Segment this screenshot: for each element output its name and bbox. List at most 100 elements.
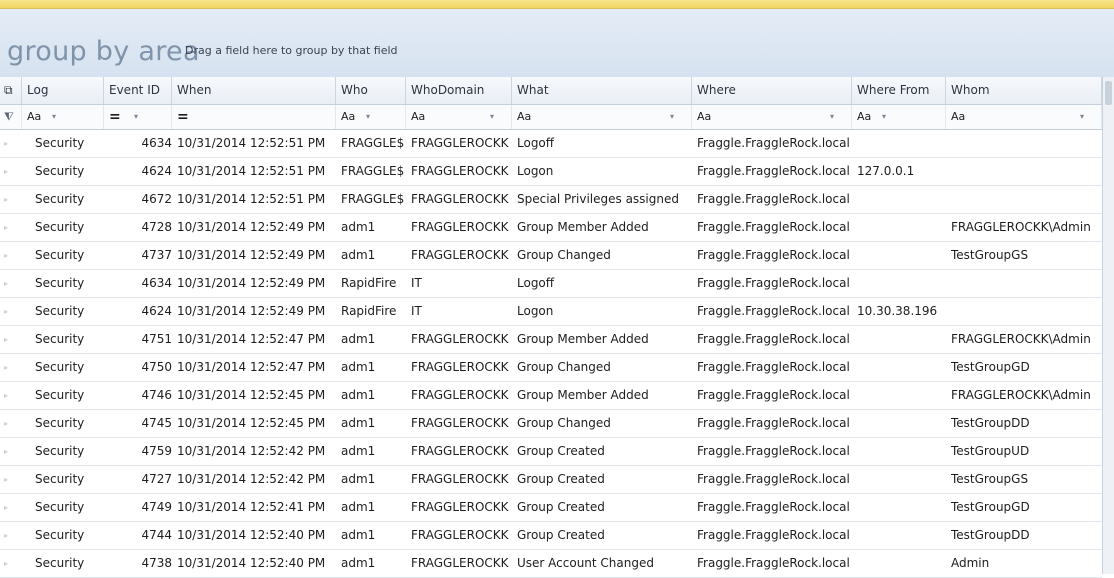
cell-what: Logoff [517,276,555,290]
column-header-where[interactable]: Where [692,77,852,104]
chevron-down-icon[interactable]: ▾ [366,105,370,129]
table-row[interactable]: ▸ Security 4746 10/31/2014 12:52:45 PM adm1 F… [0,382,1102,410]
vertical-scrollbar[interactable] [1102,77,1114,574]
cell-whom: TestGroupDD [951,416,1030,430]
table-row[interactable]: ▸ Security 4745 10/31/2014 12:52:45 PM adm1 F… [0,410,1102,438]
filter-cell-whom[interactable]: Aa ▾ [946,105,1102,129]
table-row[interactable]: ▸ Security 4744 10/31/2014 12:52:40 PM adm1 F… [0,522,1102,550]
column-header-what[interactable]: What [512,77,692,104]
chevron-down-icon[interactable]: ▾ [134,105,138,129]
filter-cell-who-domain[interactable]: Aa ▾ [406,105,512,129]
cell-whom: FRAGGLEROCKK\Admin [951,388,1091,402]
chevron-down-icon[interactable]: ▾ [490,105,494,129]
filter-cell-when[interactable]: = [172,105,336,129]
row-indicator-icon: ▸ [4,307,9,316]
table-row[interactable]: ▸ Security 4624 10/31/2014 12:52:49 PM Rapid… [0,298,1102,326]
table-row[interactable]: ▸ Security 4634 10/31/2014 12:52:49 PM Rapid… [0,270,1102,298]
cell-log: Security [35,556,85,570]
cell-event-id: 4751 [141,332,172,346]
cell-when: 10/31/2014 12:52:49 PM [177,304,326,318]
cell-event-id: 4750 [141,360,172,374]
cell-when: 10/31/2014 12:52:49 PM [177,220,326,234]
column-header-who-domain[interactable]: WhoDomain [406,77,512,104]
chevron-down-icon[interactable]: ▾ [1080,105,1084,129]
cell-what: Group Changed [517,248,611,262]
chevron-down-icon[interactable]: ▾ [830,105,834,129]
table-row[interactable]: ▸ Security 4634 10/31/2014 12:52:51 PM FRAGG… [0,130,1102,158]
filter-operator[interactable]: = [109,109,121,125]
column-header-label: When [177,83,212,97]
cell-event-id: 4749 [141,500,172,514]
cell-what: Group Created [517,444,605,458]
filter-operator[interactable]: = [177,109,189,125]
cell-who-domain: FRAGGLEROCKK [411,556,509,570]
cell-who: adm1 [341,220,376,234]
column-header-where-from[interactable]: Where From [852,77,946,104]
table-row[interactable]: ▸ Security 4727 10/31/2014 12:52:42 PM adm1 F… [0,466,1102,494]
cell-who: FRAGGLE$ [341,164,405,178]
cell-where: Fraggle.FraggleRock.local [697,500,850,514]
cell-event-id: 4737 [141,248,172,262]
filter-operator[interactable]: Aa [517,110,531,123]
table-row[interactable]: ▸ Security 4728 10/31/2014 12:52:49 PM adm1 F… [0,214,1102,242]
row-indicator-icon: ▸ [4,335,9,344]
filter-cell-where-from[interactable]: Aa ▾ [852,105,946,129]
filter-operator[interactable]: Aa [697,110,711,123]
table-row[interactable]: ▸ Security 4672 10/31/2014 12:52:51 PM FRAGG… [0,186,1102,214]
cell-where-from [852,410,946,437]
table-row[interactable]: ▸ Security 4749 10/31/2014 12:52:41 PM adm1 F… [0,494,1102,522]
table-row[interactable]: ▸ Security 4737 10/31/2014 12:52:49 PM adm1 F… [0,242,1102,270]
column-header-event-id[interactable]: Event ID [104,77,172,104]
table-row[interactable]: ▸ Security 4624 10/31/2014 12:52:51 PM FRAGG… [0,158,1102,186]
filter-operator[interactable]: Aa [27,110,41,123]
cell-whom: TestGroupGD [951,500,1030,514]
cell-who-domain: FRAGGLEROCKK [411,360,509,374]
filter-icon[interactable]: ⧨ [0,105,22,129]
chevron-down-icon[interactable]: ▾ [52,105,56,129]
chevron-down-icon[interactable]: ▾ [882,105,886,129]
cell-log: Security [35,136,85,150]
cell-where: Fraggle.FraggleRock.local [697,192,850,206]
cell-who-domain: FRAGGLEROCKK [411,416,509,430]
group-by-area[interactable]: group by area Drag a field here to group… [0,9,1114,78]
chevron-down-icon[interactable]: ▾ [670,105,674,129]
cell-log: Security [35,472,85,486]
cell-who: FRAGGLE$ [341,136,405,150]
filter-operator[interactable]: Aa [951,110,965,123]
table-row[interactable]: ▸ Security 4750 10/31/2014 12:52:47 PM adm1 F… [0,354,1102,382]
cell-event-id: 4672 [141,192,172,206]
cell-when: 10/31/2014 12:52:42 PM [177,472,326,486]
cell-where-from [852,130,946,157]
cell-who: adm1 [341,556,376,570]
scroll-thumb[interactable] [1105,81,1112,105]
table-row[interactable]: ▸ Security 4751 10/31/2014 12:52:47 PM adm1 F… [0,326,1102,354]
cell-who-domain: FRAGGLEROCKK [411,444,509,458]
column-header-who[interactable]: Who [336,77,406,104]
cell-where-from [852,242,946,269]
row-indicator-icon: ▸ [4,419,9,428]
filter-cell-event-id[interactable]: = ▾ [104,105,172,129]
cell-when: 10/31/2014 12:52:45 PM [177,388,326,402]
column-header-whom[interactable]: Whom [946,77,1102,104]
column-header-label: Where [697,83,736,97]
cell-event-id: 4634 [141,276,172,290]
filter-cell-log[interactable]: Aa ▾ [22,105,104,129]
filter-cell-where[interactable]: Aa ▾ [692,105,852,129]
cell-where-from [852,186,946,213]
filter-cell-who[interactable]: Aa ▾ [336,105,406,129]
column-header-log[interactable]: Log [22,77,104,104]
cell-where-from [852,270,946,297]
filter-cell-what[interactable]: Aa ▾ [512,105,692,129]
cell-who: RapidFire [341,304,397,318]
filter-operator[interactable]: Aa [341,110,355,123]
cell-log: Security [35,528,85,542]
cell-when: 10/31/2014 12:52:51 PM [177,136,326,150]
table-row[interactable]: ▸ Security 4759 10/31/2014 12:52:42 PM adm1 F… [0,438,1102,466]
filter-operator[interactable]: Aa [857,110,871,123]
cell-when: 10/31/2014 12:52:45 PM [177,416,326,430]
filter-operator[interactable]: Aa [411,110,425,123]
column-chooser-icon[interactable]: ⧉ [0,77,22,104]
cell-where: Fraggle.FraggleRock.local [697,136,850,150]
column-header-when[interactable]: When [172,77,336,104]
cell-whom: TestGroupGS [951,248,1029,262]
